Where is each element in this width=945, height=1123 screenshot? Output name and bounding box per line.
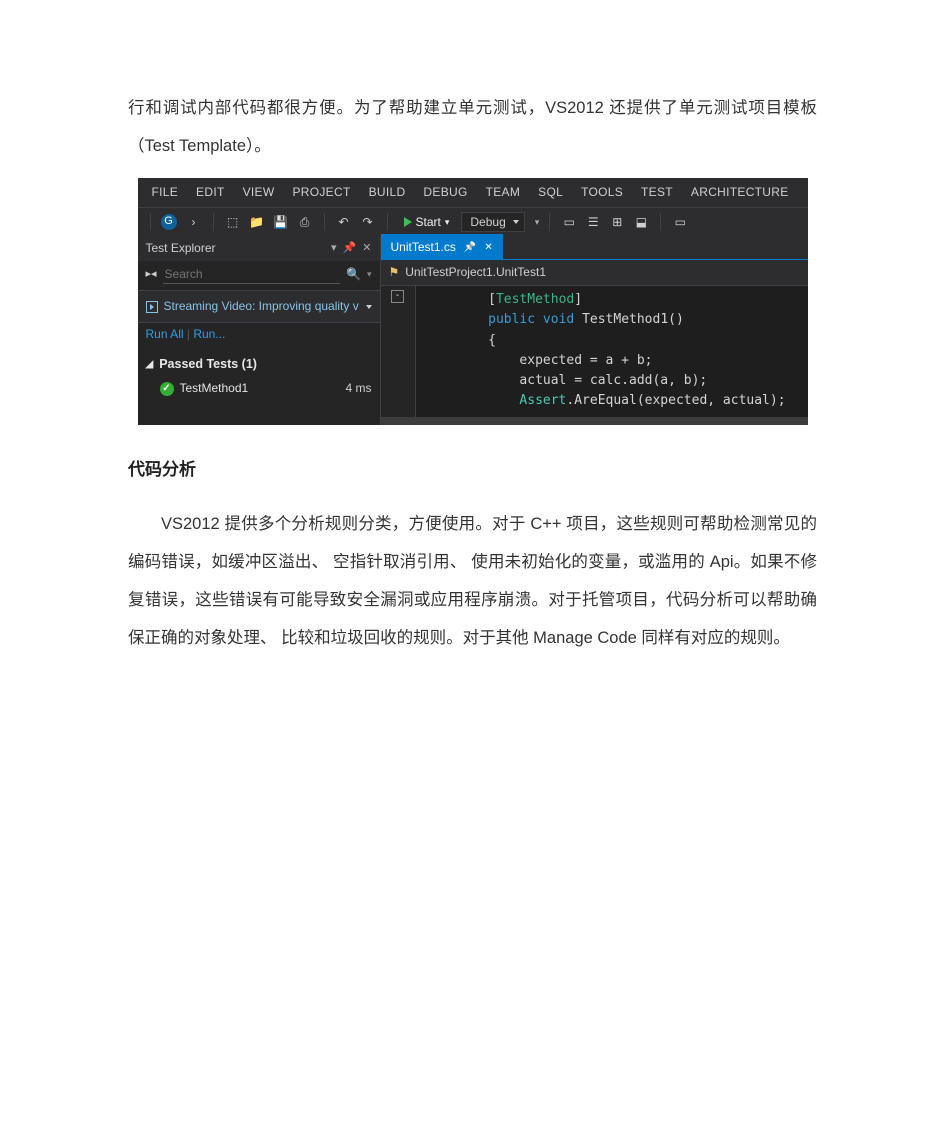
code-body: [TestMethod] public void TestMethod1() {… bbox=[416, 286, 796, 417]
streaming-banner[interactable]: Streaming Video: Improving quality v bbox=[138, 291, 380, 323]
run-links: Run All | Run... bbox=[138, 323, 380, 346]
undo-icon[interactable]: ↶ bbox=[335, 213, 353, 231]
menu-architecture[interactable]: ARCHITECTURE bbox=[691, 184, 789, 201]
panel-title-bar: Test Explorer ▾ 📌 ✕ bbox=[138, 236, 380, 261]
document-page: 行和调试内部代码都很方便。为了帮助建立单元测试，VS2012 还提供了单元测试项… bbox=[0, 0, 945, 730]
pin-icon[interactable]: 📌 bbox=[343, 241, 357, 256]
editor-panel: UnitTest1.cs ⚑ UnitTestProject1.UnitTest… bbox=[381, 236, 808, 425]
expand-icon[interactable]: ▸◂ bbox=[146, 267, 157, 282]
menu-debug[interactable]: DEBUG bbox=[423, 184, 467, 201]
editor-tab-active[interactable]: UnitTest1.cs bbox=[381, 234, 503, 259]
save-all-icon[interactable]: ⎙ bbox=[296, 213, 314, 231]
test-explorer-panel: Test Explorer ▾ 📌 ✕ ▸◂ 🔍 ▾ Streaming Vid… bbox=[138, 236, 381, 425]
streaming-text: Streaming Video: Improving quality v bbox=[164, 298, 359, 315]
toolbar-icon-b[interactable]: ☰ bbox=[584, 213, 602, 231]
crumb-text: UnitTestProject1.UnitTest1 bbox=[405, 264, 546, 281]
tab-label: UnitTest1.cs bbox=[391, 239, 456, 256]
nav-fwd-icon[interactable]: › bbox=[185, 213, 203, 231]
toolbar-icon-e[interactable]: ▭ bbox=[671, 213, 689, 231]
dropdown-icon[interactable]: ▾ bbox=[331, 241, 337, 256]
menu-team[interactable]: TEAM bbox=[486, 184, 521, 201]
navigation-bar[interactable]: ⚑ UnitTestProject1.UnitTest1 bbox=[381, 260, 808, 286]
vs-menubar: FILE EDIT VIEW PROJECT BUILD DEBUG TEAM … bbox=[138, 178, 808, 207]
menu-tools[interactable]: TOOLS bbox=[581, 184, 623, 201]
caret-down-icon: ◢ bbox=[146, 358, 154, 372]
close-icon[interactable]: ✕ bbox=[362, 241, 371, 256]
open-icon[interactable]: 📁 bbox=[248, 213, 266, 231]
start-debug-button[interactable]: Start ▾ bbox=[398, 212, 456, 233]
chevron-down-icon bbox=[366, 305, 372, 309]
save-icon[interactable]: 💾 bbox=[272, 213, 290, 231]
new-icon[interactable]: ⬚ bbox=[224, 213, 242, 231]
editor-tabbar: UnitTest1.cs bbox=[381, 236, 808, 260]
editor-bottom-bar bbox=[381, 417, 808, 425]
paragraph-2: VS2012 提供多个分析规则分类，方便使用。对于 C++ 项目，这些规则可帮助… bbox=[128, 506, 817, 658]
toolbar-icon-d[interactable]: ⬓ bbox=[632, 213, 650, 231]
code-gutter: - bbox=[381, 286, 416, 417]
menu-test[interactable]: TEST bbox=[641, 184, 673, 201]
passed-tests-group[interactable]: ◢ Passed Tests (1) bbox=[138, 346, 380, 378]
test-name: TestMethod1 bbox=[180, 380, 249, 397]
vs-toolbar: G › ⬚ 📁 💾 ⎙ ↶ ↷ Start ▾ Debug ▾ ▭ ☰ ⊞ ⬓ bbox=[138, 207, 808, 237]
menu-file[interactable]: FILE bbox=[152, 184, 179, 201]
play-icon bbox=[146, 301, 158, 313]
redo-icon[interactable]: ↷ bbox=[359, 213, 377, 231]
search-input[interactable] bbox=[163, 265, 340, 284]
run-link[interactable]: Run... bbox=[193, 327, 225, 341]
menu-build[interactable]: BUILD bbox=[369, 184, 406, 201]
fold-icon[interactable]: - bbox=[391, 290, 404, 303]
panel-title: Test Explorer bbox=[146, 240, 216, 257]
tab-close-icon[interactable] bbox=[484, 238, 492, 255]
menu-view[interactable]: VIEW bbox=[243, 184, 275, 201]
config-dropdown[interactable]: Debug bbox=[461, 212, 524, 233]
passed-label: Passed Tests (1) bbox=[159, 356, 257, 374]
pass-icon: ✓ bbox=[160, 382, 174, 396]
test-duration: 4 ms bbox=[345, 380, 371, 397]
nav-back-icon[interactable]: G bbox=[161, 214, 177, 230]
tab-pin-icon[interactable] bbox=[464, 238, 476, 255]
search-icon[interactable]: 🔍 bbox=[346, 266, 361, 283]
vs-screenshot: FILE EDIT VIEW PROJECT BUILD DEBUG TEAM … bbox=[138, 178, 808, 425]
toolbar-icon-c[interactable]: ⊞ bbox=[608, 213, 626, 231]
heading-code-analysis: 代码分析 bbox=[128, 455, 817, 480]
play-icon bbox=[404, 217, 412, 227]
test-row[interactable]: ✓ TestMethod1 4 ms bbox=[138, 377, 380, 407]
menu-project[interactable]: PROJECT bbox=[292, 184, 350, 201]
code-editor[interactable]: - [TestMethod] public void TestMethod1()… bbox=[381, 286, 808, 417]
paragraph-1: 行和调试内部代码都很方便。为了帮助建立单元测试，VS2012 还提供了单元测试项… bbox=[128, 90, 817, 166]
menu-edit[interactable]: EDIT bbox=[196, 184, 225, 201]
menu-sql[interactable]: SQL bbox=[538, 184, 563, 201]
toolbar-icon-a[interactable]: ▭ bbox=[560, 213, 578, 231]
class-icon: ⚑ bbox=[389, 264, 400, 281]
run-all-link[interactable]: Run All bbox=[146, 327, 184, 341]
search-dropdown-icon[interactable]: ▾ bbox=[367, 268, 372, 281]
